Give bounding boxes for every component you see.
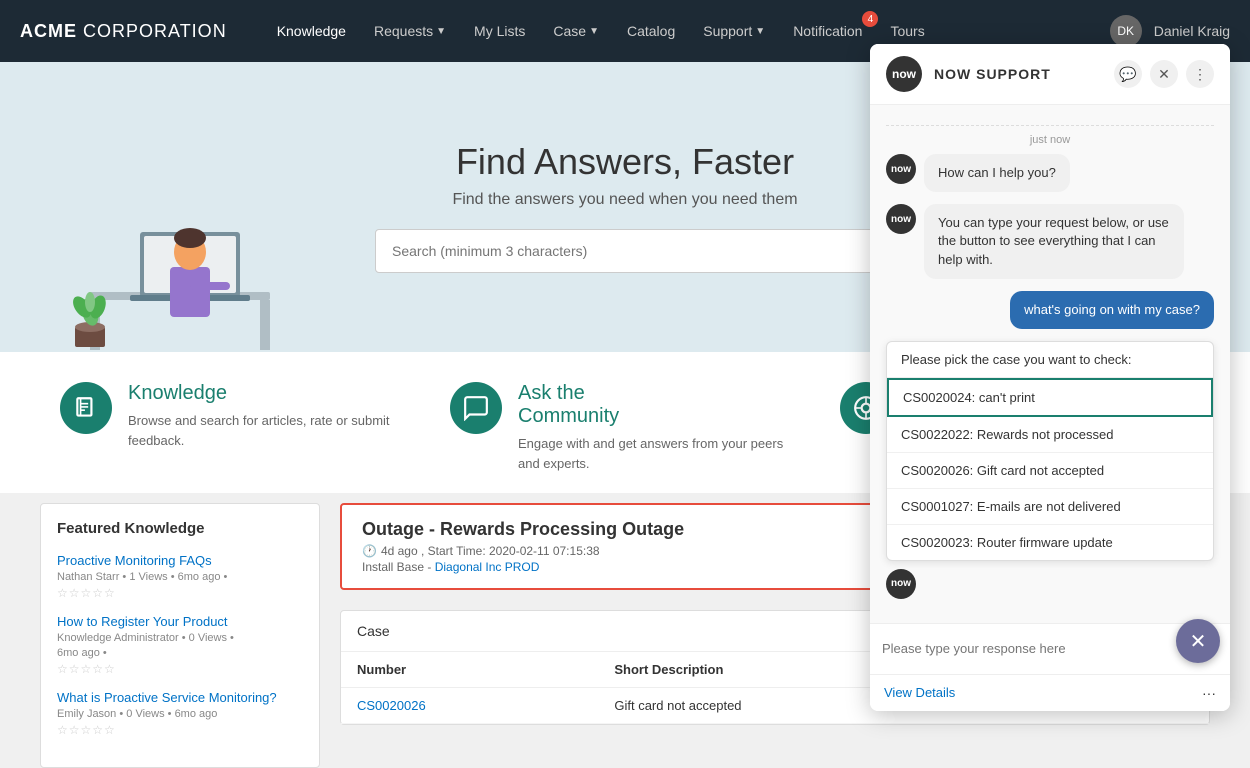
featured-knowledge-panel: Featured Knowledge Proactive Monitoring … xyxy=(40,503,320,768)
fk-link-1[interactable]: How to Register Your Product xyxy=(57,614,303,629)
chat-bubble-1: You can type your request below, or use … xyxy=(924,204,1184,279)
chat-close-icon[interactable]: ✕ xyxy=(1150,60,1178,88)
support-arrow: ▼ xyxy=(755,26,765,37)
fk-link-0[interactable]: Proactive Monitoring FAQs xyxy=(57,553,303,568)
main-nav: Knowledge Requests ▼ My Lists Case ▼ Cat… xyxy=(267,17,1110,45)
outage-time: 4d ago , Start Time: 2020-02-11 07:15:38 xyxy=(381,544,600,558)
bot-avatar-1: now xyxy=(886,204,916,234)
fk-views-2: 0 Views xyxy=(126,708,164,720)
case-number-link[interactable]: CS0020026 xyxy=(357,698,426,713)
view-details-link[interactable]: View Details xyxy=(884,685,955,700)
fk-stars-1: ☆☆☆☆☆ xyxy=(57,662,303,676)
nav-case[interactable]: Case ▼ xyxy=(543,17,609,45)
hero-subtitle: Find the answers you need when you need … xyxy=(452,191,797,209)
community-text: Ask theCommunity Engage with and get ans… xyxy=(518,382,800,473)
fk-author-0: Nathan Starr xyxy=(57,571,119,583)
chat-divider xyxy=(886,125,1214,126)
avatar[interactable]: DK xyxy=(1110,15,1142,47)
bot-avatar-2: now xyxy=(886,569,916,599)
nav-knowledge[interactable]: Knowledge xyxy=(267,17,356,45)
chat-bot-msg-2: now xyxy=(886,569,1214,599)
nav-catalog[interactable]: Catalog xyxy=(617,17,685,45)
nav-mylists[interactable]: My Lists xyxy=(464,17,535,45)
chat-dropdown-label: Please pick the case you want to check: xyxy=(887,342,1213,378)
fk-views-1: 0 Views xyxy=(189,632,227,644)
chat-title: NOW SUPPORT xyxy=(934,66,1102,82)
chat-close-float-button[interactable]: ✕ xyxy=(1176,619,1220,663)
col-number: Number xyxy=(341,652,598,688)
search-input[interactable] xyxy=(375,229,875,273)
fk-item-0: Proactive Monitoring FAQs Nathan Starr •… xyxy=(57,553,303,600)
case-arrow: ▼ xyxy=(589,26,599,37)
nav-tours[interactable]: Tours xyxy=(880,17,934,45)
knowledge-desc: Browse and search for articles, rate or … xyxy=(128,411,410,450)
hero-illustration xyxy=(60,112,290,352)
chat-input[interactable] xyxy=(882,641,1180,656)
header-right: DK Daniel Kraig xyxy=(1110,15,1230,47)
chat-bubble-0: How can I help you? xyxy=(924,154,1070,192)
chat-user-msg: what's going on with my case? xyxy=(886,291,1214,329)
fk-item-2: What is Proactive Service Monitoring? Em… xyxy=(57,690,303,737)
chat-footer: ➤ xyxy=(870,623,1230,674)
fk-views-0: 1 Views xyxy=(129,571,167,583)
hero-title: Find Answers, Faster xyxy=(456,141,794,183)
community-icon xyxy=(450,382,502,434)
chat-body: just now now How can I help you? now You… xyxy=(870,105,1230,623)
fk-age-0: 6mo ago xyxy=(178,571,221,583)
dropdown-option-1[interactable]: CS0022022: Rewards not processed xyxy=(887,417,1213,453)
chat-bot-msg-0: now How can I help you? xyxy=(886,154,1214,192)
fk-meta-0: Nathan Starr • 1 Views • 6mo ago • xyxy=(57,571,303,583)
fk-age-2: 6mo ago xyxy=(175,708,218,720)
chat-header-icons: 💬 ✕ ⋮ xyxy=(1114,60,1214,88)
fk-item-1: How to Register Your Product Knowledge A… xyxy=(57,614,303,676)
fk-meta-1: Knowledge Administrator • 0 Views • xyxy=(57,632,303,644)
community-title[interactable]: Ask theCommunity xyxy=(518,382,800,428)
nav-support[interactable]: Support ▼ xyxy=(693,17,775,45)
fk-author-2: Emily Jason xyxy=(57,708,116,720)
clock-icon: 🕐 xyxy=(362,544,377,558)
logo: ACME CORPORATION xyxy=(20,21,227,42)
fk-meta-1b: 6mo ago • xyxy=(57,647,303,659)
requests-arrow: ▼ xyxy=(436,26,446,37)
community-desc: Engage with and get answers from your pe… xyxy=(518,434,800,473)
chat-timestamp: just now xyxy=(886,134,1214,146)
chat-user-bubble: what's going on with my case? xyxy=(1010,291,1214,329)
chat-logo: now xyxy=(886,56,922,92)
featured-knowledge-title: Featured Knowledge xyxy=(57,520,303,537)
chat-header: now NOW SUPPORT 💬 ✕ ⋮ xyxy=(870,44,1230,105)
chat-dropdown: Please pick the case you want to check: … xyxy=(886,341,1214,561)
more-options[interactable]: ··· xyxy=(1202,685,1216,701)
nav-notification[interactable]: Notification 4 xyxy=(783,17,872,45)
dropdown-option-2[interactable]: CS0020026: Gift card not accepted xyxy=(887,453,1213,489)
nav-requests[interactable]: Requests ▼ xyxy=(364,17,456,45)
fk-meta-2: Emily Jason • 0 Views • 6mo ago xyxy=(57,708,303,720)
fk-stars-0: ☆☆☆☆☆ xyxy=(57,586,303,600)
feature-knowledge: Knowledge Browse and search for articles… xyxy=(60,382,410,473)
dropdown-option-3[interactable]: CS0001027: E-mails are not delivered xyxy=(887,489,1213,525)
chat-comment-icon[interactable]: 💬 xyxy=(1114,60,1142,88)
knowledge-text: Knowledge Browse and search for articles… xyxy=(128,382,410,450)
user-name: Daniel Kraig xyxy=(1154,23,1230,39)
fk-stars-2: ☆☆☆☆☆ xyxy=(57,723,303,737)
chat-widget: now NOW SUPPORT 💬 ✕ ⋮ just now now How c… xyxy=(870,44,1230,711)
chat-menu-icon[interactable]: ⋮ xyxy=(1186,60,1214,88)
chat-bot-msg-1: now You can type your request below, or … xyxy=(886,204,1214,279)
knowledge-title[interactable]: Knowledge xyxy=(128,382,410,405)
notification-badge: 4 xyxy=(862,11,878,27)
outage-install-link[interactable]: Diagonal Inc PROD xyxy=(435,560,540,574)
case-label: Case xyxy=(357,623,390,639)
fk-author-1: Knowledge Administrator xyxy=(57,632,179,644)
dropdown-option-4[interactable]: CS0020023: Router firmware update xyxy=(887,525,1213,560)
feature-community: Ask theCommunity Engage with and get ans… xyxy=(450,382,800,473)
dropdown-option-0[interactable]: CS0020024: can't print xyxy=(887,378,1213,417)
fk-age-1: 6mo ago xyxy=(57,647,100,659)
knowledge-icon xyxy=(60,382,112,434)
bot-avatar-0: now xyxy=(886,154,916,184)
